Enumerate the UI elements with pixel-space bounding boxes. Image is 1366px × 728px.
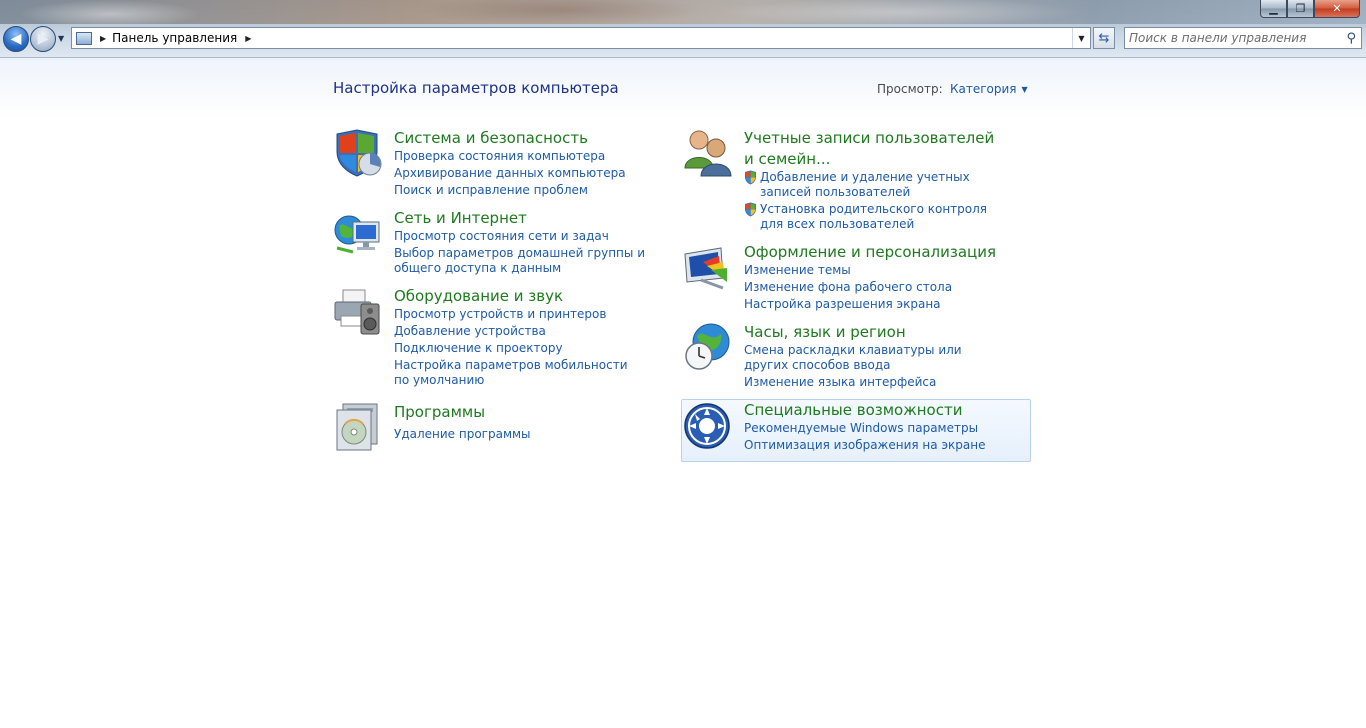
breadcrumb-arrow-icon[interactable]: ▶ — [100, 34, 106, 43]
refresh-icon: ⇆ — [1098, 30, 1110, 46]
search-icon[interactable]: ⚲ — [1346, 31, 1356, 46]
forward-button[interactable]: ▶ — [30, 26, 56, 52]
category-user-accounts: Учетные записи пользователей и семейн...… — [683, 128, 1023, 238]
refresh-button[interactable]: ⇆ — [1093, 27, 1115, 49]
page-title: Настройка параметров компьютера — [333, 79, 619, 97]
category-links: Просмотр состояния сети и задач Выбор па… — [394, 229, 674, 278]
link-network-status[interactable]: Просмотр состояния сети и задач — [394, 229, 674, 244]
forward-arrow-icon: ▶ — [37, 31, 49, 47]
minimize-button[interactable]: ▁ — [1260, 0, 1287, 18]
link-text: Установка родительского контроля для все… — [760, 202, 988, 231]
breadcrumb-control-panel[interactable]: Панель управления — [112, 31, 237, 45]
link-add-remove-accounts[interactable]: Добавление и удаление учетных записей по… — [744, 170, 1014, 200]
chevron-down-icon: ▼ — [1021, 85, 1028, 94]
link-keyboard-layout[interactable]: Смена раскладки клавиатуры или других сп… — [744, 343, 994, 373]
link-devices-printers[interactable]: Просмотр устройств и принтеров — [394, 307, 644, 322]
maximize-button[interactable]: ❐ — [1287, 0, 1314, 18]
category-appearance: Оформление и персонализация Изменение те… — [683, 242, 1023, 317]
monitor-palette-icon[interactable] — [683, 242, 733, 292]
category-ease-of-access: Специальные возможности Рекомендуемые Wi… — [683, 400, 1023, 458]
view-by-value: Категория — [950, 82, 1017, 96]
recent-pages-dropdown[interactable]: ▼ — [58, 34, 64, 43]
back-button[interactable]: ◀ — [3, 26, 29, 52]
link-backup[interactable]: Архивирование данных компьютера — [394, 166, 626, 181]
category-links: Добавление и удаление учетных записей по… — [744, 170, 1014, 234]
link-screen-resolution[interactable]: Настройка разрешения экрана — [744, 297, 952, 312]
link-parental-controls[interactable]: Установка родительского контроля для все… — [744, 202, 1014, 232]
link-mobility[interactable]: Настройка параметров мобильности по умол… — [394, 358, 644, 388]
window-chrome: ▁ ❐ ✕ ◀ ▶ ▼ ▶ Панель управления ▶ ▼ ⇆ ⚲ — [0, 0, 1366, 58]
link-troubleshoot[interactable]: Поиск и исправление проблем — [394, 183, 626, 198]
programs-disc-icon[interactable] — [333, 402, 383, 452]
category-links: Просмотр устройств и принтеров Добавлени… — [394, 307, 644, 390]
category-network-internet: Сеть и Интернет Просмотр состояния сети … — [333, 208, 673, 280]
close-button[interactable]: ✕ — [1314, 0, 1360, 18]
link-projector[interactable]: Подключение к проектору — [394, 341, 644, 356]
content-header-bg — [0, 58, 1366, 118]
address-dropdown-icon[interactable]: ▼ — [1072, 28, 1090, 48]
accessibility-icon[interactable] — [683, 400, 733, 450]
category-title[interactable]: Учетные записи пользователей и семейн... — [744, 128, 1004, 170]
category-hardware-sound: Оборудование и звук Просмотр устройств и… — [333, 286, 673, 396]
category-links: Смена раскладки клавиатуры или других сп… — [744, 343, 994, 392]
window-controls: ▁ ❐ ✕ — [1260, 0, 1360, 18]
clock-globe-icon[interactable] — [683, 322, 733, 372]
view-by-dropdown[interactable]: Категория ▼ — [950, 82, 1028, 96]
printer-speaker-icon[interactable] — [333, 286, 383, 336]
users-icon[interactable] — [683, 128, 733, 178]
uac-shield-icon — [745, 202, 756, 217]
category-title[interactable]: Оборудование и звук — [394, 286, 563, 307]
category-links: Рекомендуемые Windows параметры Оптимиза… — [744, 421, 985, 455]
link-display-language[interactable]: Изменение языка интерфейса — [744, 375, 994, 390]
network-globe-icon[interactable] — [333, 208, 383, 258]
category-title[interactable]: Часы, язык и регион — [744, 322, 906, 343]
category-programs: Программы Удаление программы — [333, 402, 673, 452]
back-arrow-icon: ◀ — [10, 31, 22, 47]
category-title[interactable]: Специальные возможности — [744, 400, 962, 421]
address-bar[interactable]: ▶ Панель управления ▶ ▼ — [71, 27, 1091, 49]
category-title[interactable]: Система и безопасность — [394, 128, 588, 149]
view-by-label: Просмотр: — [877, 82, 943, 96]
category-clock-language-region: Часы, язык и регион Смена раскладки клав… — [683, 322, 1023, 397]
shield-icon[interactable] — [333, 128, 383, 178]
category-title[interactable]: Оформление и персонализация — [744, 242, 996, 263]
category-title[interactable]: Сеть и Интернет — [394, 208, 527, 229]
category-links: Проверка состояния компьютера Архивирова… — [394, 149, 626, 200]
link-add-device[interactable]: Добавление устройства — [394, 324, 644, 339]
category-links: Удаление программы — [394, 427, 531, 444]
breadcrumb-arrow-icon[interactable]: ▶ — [245, 34, 251, 43]
link-change-background[interactable]: Изменение фона рабочего стола — [744, 280, 952, 295]
link-optimize-display[interactable]: Оптимизация изображения на экране — [744, 438, 985, 453]
category-system-security: Система и безопасность Проверка состояни… — [333, 128, 673, 203]
link-uninstall-program[interactable]: Удаление программы — [394, 427, 531, 442]
link-homegroup[interactable]: Выбор параметров домашней группы и общег… — [394, 246, 674, 276]
title-bar — [0, 0, 1366, 24]
uac-shield-icon — [745, 170, 756, 185]
control-panel-icon — [76, 31, 92, 45]
link-recommended-settings[interactable]: Рекомендуемые Windows параметры — [744, 421, 985, 436]
link-check-status[interactable]: Проверка состояния компьютера — [394, 149, 626, 164]
category-title[interactable]: Программы — [394, 402, 485, 423]
link-text: Добавление и удаление учетных записей по… — [760, 170, 970, 199]
search-input[interactable] — [1129, 29, 1339, 47]
category-links: Изменение темы Изменение фона рабочего с… — [744, 263, 952, 314]
link-change-theme[interactable]: Изменение темы — [744, 263, 952, 278]
search-box[interactable]: ⚲ — [1124, 27, 1362, 49]
